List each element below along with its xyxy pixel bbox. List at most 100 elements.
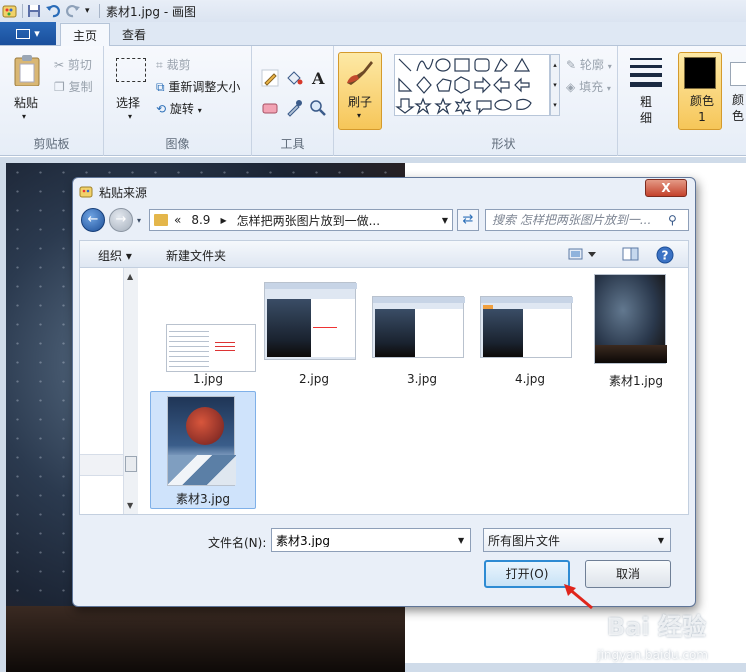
resize-label: 重新调整大小 bbox=[168, 80, 241, 94]
breadcrumb-folder-8-9[interactable]: 8.9 bbox=[191, 213, 210, 227]
customize-quick-access-icon[interactable]: ▾ bbox=[85, 6, 95, 16]
outline-icon: ✎ bbox=[566, 58, 577, 72]
file-thumbnail[interactable]: 3.jpg bbox=[370, 272, 474, 388]
chevron-down-icon[interactable]: ▼ bbox=[442, 216, 448, 225]
paint-app-icon[interactable] bbox=[2, 3, 18, 19]
file-name-label: 3.jpg bbox=[406, 372, 438, 386]
fill-bucket-icon[interactable] bbox=[284, 68, 304, 88]
breadcrumb-arrow-icon[interactable]: ▶ bbox=[220, 216, 226, 225]
address-bar[interactable]: « 8.9 ▶ 怎样把两张图片放到一做... ▼ bbox=[149, 209, 453, 231]
crop-label: 裁剪 bbox=[166, 58, 191, 72]
crop-button[interactable]: ⌗ 裁剪 bbox=[156, 56, 191, 73]
file-thumbnail[interactable]: 1.jpg bbox=[156, 272, 260, 388]
fill-button[interactable]: ◈ 填充 ▾ bbox=[566, 78, 611, 95]
color2-label: 颜色 bbox=[732, 93, 745, 123]
file-thumbnail[interactable]: 4.jpg bbox=[478, 272, 582, 388]
navigation-bar: ← → ▾ « 8.9 ▶ 怎样把两张图片放到一做... ▼ ⇄ ⚲ bbox=[79, 208, 689, 234]
copy-label: 复制 bbox=[68, 80, 93, 94]
chevron-down-icon: ▼ bbox=[657, 535, 664, 545]
baidu-watermark-url: jingyan.baidu.com bbox=[597, 648, 708, 662]
copy-button[interactable]: ❐ 复制 bbox=[54, 78, 93, 95]
navigation-pane[interactable]: ▲ ▼ bbox=[80, 268, 138, 514]
quick-access-toolbar: ▾ bbox=[0, 0, 100, 22]
select-label: 选择 bbox=[116, 96, 141, 110]
scroll-down-icon[interactable]: ▼ bbox=[127, 501, 133, 510]
text-tool-icon[interactable]: A bbox=[308, 68, 328, 88]
file-name-label: 4.jpg bbox=[514, 372, 546, 386]
file-thumbnail[interactable]: 素材1.jpg bbox=[584, 272, 688, 388]
filename-field[interactable] bbox=[276, 533, 452, 547]
breadcrumb-current-folder[interactable]: 怎样把两张图片放到一做... bbox=[237, 212, 380, 229]
ribbon: 粘贴 ▾ ✂ 剪切 ❐ 复制 剪贴板 选择 ▾ ⌗ 裁剪 ⧉ 重新调整大小 ⟲ … bbox=[0, 46, 746, 156]
clipboard-group-label: 剪贴板 bbox=[33, 137, 70, 151]
help-icon[interactable]: ? bbox=[656, 246, 674, 267]
filename-label: 文件名(N): bbox=[208, 536, 267, 550]
close-button[interactable]: X bbox=[645, 179, 687, 197]
save-icon[interactable] bbox=[27, 4, 41, 18]
dialog-title-bar: 粘贴来源 bbox=[79, 182, 147, 202]
outline-label: 轮廓 bbox=[579, 58, 604, 72]
svg-text:A: A bbox=[311, 69, 325, 88]
shapes-gallery-icons bbox=[395, 57, 532, 116]
file-name-label: 1.jpg bbox=[192, 372, 224, 386]
tab-home[interactable]: 主页 bbox=[60, 23, 111, 46]
pencil-icon[interactable] bbox=[260, 68, 280, 88]
chevron-down-icon: ▾ bbox=[128, 112, 133, 121]
search-icon[interactable]: ⚲ bbox=[668, 213, 677, 227]
color1-button[interactable]: 颜色 1 bbox=[678, 52, 722, 130]
select-button[interactable]: 选择 ▾ bbox=[112, 54, 152, 130]
file-thumbnail-image bbox=[372, 296, 465, 358]
command-bar: 组织 ▾ 新建文件夹 ? bbox=[79, 240, 689, 268]
cut-button[interactable]: ✂ 剪切 bbox=[54, 56, 92, 73]
baidu-watermark-logo: Bai 经验 bbox=[606, 613, 706, 641]
close-icon: X bbox=[661, 181, 671, 195]
ribbon-tab-bar: ▾ 主页 查看 bbox=[0, 22, 746, 46]
file-menu-button[interactable]: ▾ bbox=[0, 22, 56, 45]
search-input[interactable] bbox=[492, 213, 668, 227]
size-button[interactable]: 粗细 bbox=[624, 54, 668, 132]
file-thumbnail-selected[interactable]: 素材3.jpg bbox=[150, 391, 256, 509]
file-type-value: 所有图片文件 bbox=[488, 533, 561, 548]
color-picker-icon[interactable] bbox=[284, 98, 304, 118]
new-folder-button[interactable]: 新建文件夹 bbox=[166, 247, 226, 264]
paste-from-dialog: 粘贴来源 X ← → ▾ « 8.9 ▶ 怎样把两张图片放到一做... ▼ ⇄ … bbox=[72, 177, 696, 607]
redo-icon[interactable] bbox=[65, 4, 81, 18]
shapes-gallery[interactable] bbox=[394, 54, 550, 116]
file-thumbnail-image bbox=[166, 324, 256, 372]
rotate-button[interactable]: ⟲ 旋转 ▾ bbox=[156, 100, 202, 117]
eraser-icon[interactable] bbox=[260, 98, 280, 118]
breadcrumb-overflow[interactable]: « bbox=[174, 213, 181, 227]
search-box[interactable]: ⚲ bbox=[485, 209, 689, 231]
refresh-icon: ⇄ bbox=[462, 212, 474, 227]
window-title: 素材1.jpg - 画图 bbox=[106, 4, 196, 19]
scroll-up-icon[interactable]: ▲ bbox=[127, 272, 133, 281]
recent-locations-chevron-icon[interactable]: ▾ bbox=[137, 216, 141, 225]
scrollbar-thumb[interactable] bbox=[125, 456, 137, 472]
filename-combobox[interactable]: ▼ bbox=[271, 528, 471, 552]
shapes-scrollbar[interactable]: ▴ ▾ ▾ bbox=[550, 54, 560, 116]
file-thumbnail-image bbox=[480, 296, 573, 358]
paste-button[interactable]: 粘贴 ▾ bbox=[8, 54, 46, 130]
organize-button[interactable]: 组织 ▾ bbox=[98, 247, 132, 264]
color2-button[interactable]: 颜色 bbox=[728, 52, 746, 130]
tab-view[interactable]: 查看 bbox=[110, 23, 158, 46]
magnifier-icon[interactable] bbox=[308, 98, 328, 118]
chevron-down-icon: ▾ bbox=[22, 112, 27, 121]
resize-button[interactable]: ⧉ 重新调整大小 bbox=[156, 78, 240, 95]
brushes-label: 刷子 bbox=[348, 95, 373, 109]
clipboard-group: 粘贴 ▾ ✂ 剪切 ❐ 复制 剪贴板 bbox=[0, 46, 104, 156]
chevron-down-icon[interactable]: ▼ bbox=[458, 536, 464, 545]
view-options-icon[interactable] bbox=[568, 246, 598, 265]
outline-button[interactable]: ✎ 轮廓 ▾ bbox=[566, 56, 612, 73]
navigation-pane-item[interactable] bbox=[80, 454, 123, 476]
preview-pane-icon[interactable] bbox=[622, 246, 640, 265]
file-thumbnail[interactable]: 2.jpg bbox=[262, 272, 366, 388]
open-button[interactable]: 打开(O) bbox=[484, 560, 570, 588]
undo-icon[interactable] bbox=[45, 4, 61, 18]
refresh-button[interactable]: ⇄ bbox=[457, 209, 479, 231]
forward-button[interactable]: → bbox=[109, 208, 133, 232]
back-button[interactable]: ← bbox=[81, 208, 105, 232]
file-type-select[interactable]: 所有图片文件 ▼ bbox=[483, 528, 671, 552]
navigation-pane-scrollbar[interactable]: ▲ ▼ bbox=[123, 268, 138, 514]
brushes-button[interactable]: 刷子 ▾ bbox=[338, 52, 382, 130]
